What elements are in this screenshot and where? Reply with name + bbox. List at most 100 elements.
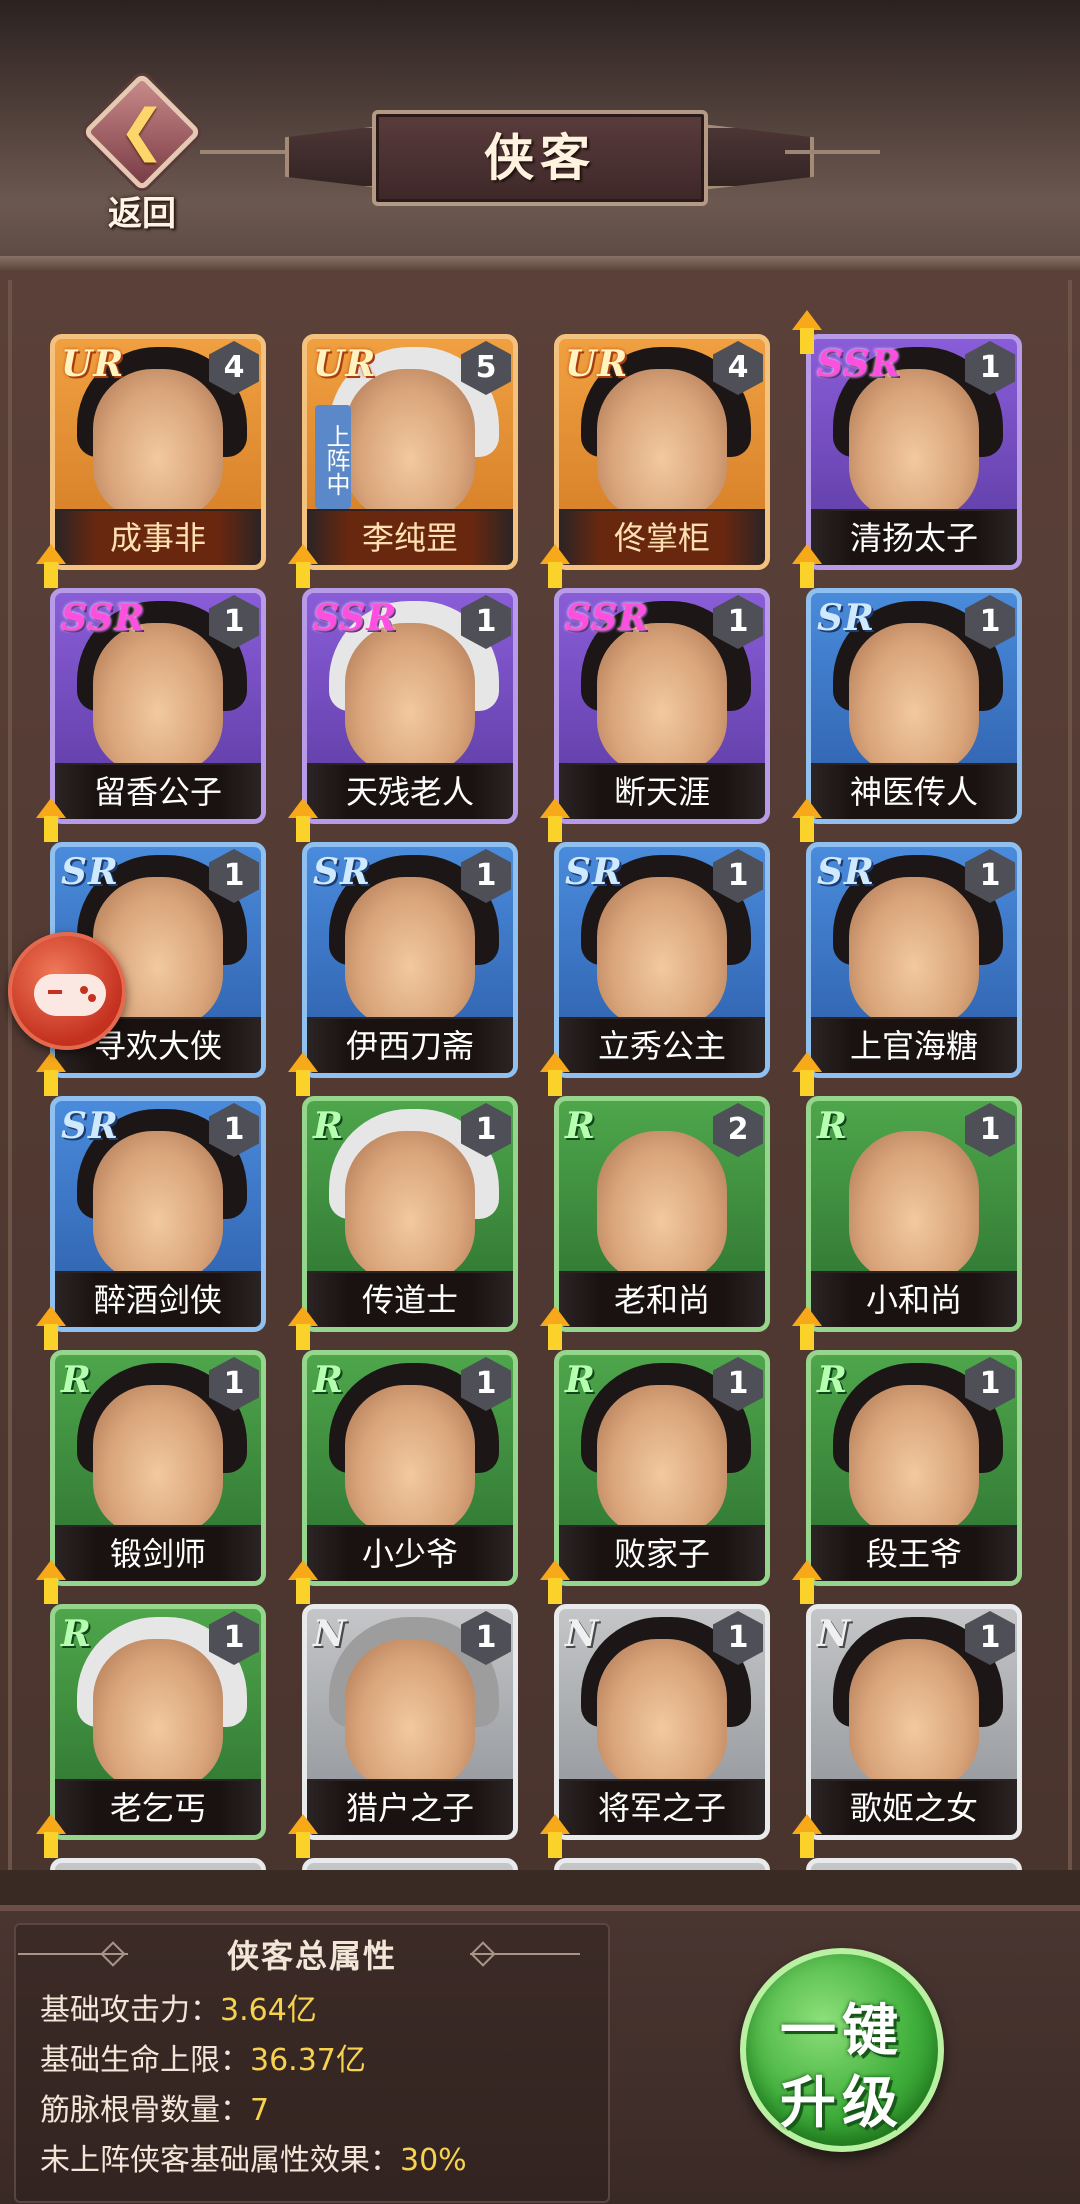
title-flourish-right xyxy=(785,150,880,160)
up-arrow-icon xyxy=(540,1052,570,1098)
hero-card-partial[interactable] xyxy=(554,1858,770,1870)
hero-name: 锻剑师 xyxy=(55,1527,261,1581)
hero-card[interactable]: SSR 1 断天涯 xyxy=(554,588,770,824)
rarity-badge: SR xyxy=(313,851,371,893)
portrait-face xyxy=(345,369,475,519)
hero-card[interactable]: SSR 1 清扬太子 xyxy=(806,334,1022,570)
hero-name: 立秀公主 xyxy=(559,1019,765,1073)
up-arrow-icon xyxy=(792,544,822,590)
portrait-face xyxy=(93,369,223,519)
stat-value: 30% xyxy=(400,2143,467,2178)
rarity-badge: UR xyxy=(565,343,629,385)
hero-card[interactable]: SR 1 醉酒剑侠 xyxy=(50,1096,266,1332)
rarity-badge: SR xyxy=(817,851,875,893)
rarity-badge: SR xyxy=(61,851,119,893)
up-arrow-icon xyxy=(36,798,66,844)
hero-card-partial[interactable] xyxy=(302,1858,518,1870)
stat-base-hp: 基础生命上限：36.37亿 xyxy=(40,2035,366,2079)
hero-card[interactable]: UR 4 佟掌柜 xyxy=(554,334,770,570)
hero-card[interactable]: R 1 小和尚 xyxy=(806,1096,1022,1332)
hero-name: 老乞丐 xyxy=(55,1781,261,1835)
portrait-face xyxy=(345,623,475,773)
hero-grid: UR 4 成事非 UR 5 上阵中 李纯罡 UR 4 佟掌柜 SSR 1 清扬太子 SSR 1 留香公子 SSR… xyxy=(0,270,1080,1870)
up-arrow-icon xyxy=(540,1306,570,1352)
hero-card[interactable]: R 1 锻剑师 xyxy=(50,1350,266,1586)
upgrade-label-line1: 一键 xyxy=(780,1999,904,2064)
stat-label: 基础生命上限： xyxy=(40,2043,250,2078)
hero-card-partial[interactable] xyxy=(50,1858,266,1870)
hero-card[interactable]: SR 1 神医传人 xyxy=(806,588,1022,824)
hero-name: 上官海糖 xyxy=(811,1019,1017,1073)
up-arrow-icon xyxy=(288,798,318,844)
portrait-face xyxy=(849,1131,979,1281)
up-arrow-icon xyxy=(288,1052,318,1098)
hero-name: 段王爷 xyxy=(811,1527,1017,1581)
hero-name: 醉酒剑侠 xyxy=(55,1273,261,1327)
up-arrow-icon xyxy=(288,1560,318,1606)
hero-card[interactable]: SR 1 伊西刀斋 xyxy=(302,842,518,1078)
up-arrow-icon xyxy=(792,1560,822,1606)
portrait-face xyxy=(597,877,727,1027)
hero-card[interactable]: N 1 歌姬之女 xyxy=(806,1604,1022,1840)
hero-card[interactable]: N 1 猎户之子 xyxy=(302,1604,518,1840)
rarity-badge: SSR xyxy=(313,597,398,639)
portrait-face xyxy=(597,369,727,519)
stat-label: 未上阵侠客基础属性效果： xyxy=(40,2143,400,2178)
deployed-tag: 上阵中 xyxy=(315,405,351,509)
hero-name: 清扬太子 xyxy=(811,511,1017,565)
hero-card[interactable]: R 2 老和尚 xyxy=(554,1096,770,1332)
up-arrow-icon xyxy=(36,1560,66,1606)
hero-card[interactable]: UR 5 上阵中 李纯罡 xyxy=(302,334,518,570)
gamepad-icon xyxy=(34,974,106,1016)
floating-gamepad-button[interactable] xyxy=(8,932,126,1050)
rarity-badge: SSR xyxy=(817,343,902,385)
hero-card[interactable]: SSR 1 留香公子 xyxy=(50,588,266,824)
rarity-badge: SR xyxy=(61,1105,119,1147)
up-arrow-icon xyxy=(36,1052,66,1098)
hero-card[interactable]: SR 1 上官海糖 xyxy=(806,842,1022,1078)
rarity-badge: R xyxy=(61,1359,92,1401)
rarity-badge: R xyxy=(313,1359,344,1401)
hero-card[interactable]: R 1 败家子 xyxy=(554,1350,770,1586)
hero-name: 成事非 xyxy=(55,511,261,565)
hero-name: 断天涯 xyxy=(559,765,765,819)
hero-card[interactable]: UR 4 成事非 xyxy=(50,334,266,570)
hero-card[interactable]: R 1 传道士 xyxy=(302,1096,518,1332)
hero-name: 猎户之子 xyxy=(307,1781,513,1835)
hero-name: 伊西刀斋 xyxy=(307,1019,513,1073)
hero-name: 小少爷 xyxy=(307,1527,513,1581)
portrait-face xyxy=(345,1385,475,1535)
rarity-badge: R xyxy=(565,1105,596,1147)
stat-base-attack: 基础攻击力：3.64亿 xyxy=(40,1985,317,2029)
one-click-upgrade-button[interactable]: 一键 升级 xyxy=(740,1948,944,2152)
rarity-badge: R xyxy=(817,1359,848,1401)
up-arrow-icon xyxy=(36,1306,66,1352)
portrait-face xyxy=(849,369,979,519)
hero-name: 传道士 xyxy=(307,1273,513,1327)
hero-card[interactable]: R 1 老乞丐 xyxy=(50,1604,266,1840)
rarity-badge: R xyxy=(565,1359,596,1401)
hero-card[interactable]: R 1 段王爷 xyxy=(806,1350,1022,1586)
portrait-face xyxy=(597,1385,727,1535)
stat-label: 基础攻击力： xyxy=(40,1993,220,2028)
stat-value: 36.37亿 xyxy=(250,2043,366,2078)
portrait-face xyxy=(93,1131,223,1281)
hero-card-partial[interactable] xyxy=(806,1858,1022,1870)
back-button[interactable]: ❮ 返回 xyxy=(72,72,212,236)
up-arrow-icon xyxy=(792,310,822,356)
hero-card[interactable]: SR 1 立秀公主 xyxy=(554,842,770,1078)
up-arrow-icon xyxy=(540,798,570,844)
rarity-badge: R xyxy=(61,1613,92,1655)
back-label: 返回 xyxy=(108,194,176,234)
hero-card[interactable]: R 1 小少爷 xyxy=(302,1350,518,1586)
stat-meridian-count: 筋脉根骨数量：7 xyxy=(40,2085,269,2129)
hero-name: 小和尚 xyxy=(811,1273,1017,1327)
rarity-badge: SR xyxy=(565,851,623,893)
hero-card[interactable]: SSR 1 天残老人 xyxy=(302,588,518,824)
hero-name: 留香公子 xyxy=(55,765,261,819)
stat-label: 筋脉根骨数量： xyxy=(40,2093,250,2128)
page-title: 侠客 xyxy=(484,129,596,187)
hero-name: 李纯罡 xyxy=(307,511,513,565)
hero-card[interactable]: N 1 将军之子 xyxy=(554,1604,770,1840)
hero-name: 佟掌柜 xyxy=(559,511,765,565)
